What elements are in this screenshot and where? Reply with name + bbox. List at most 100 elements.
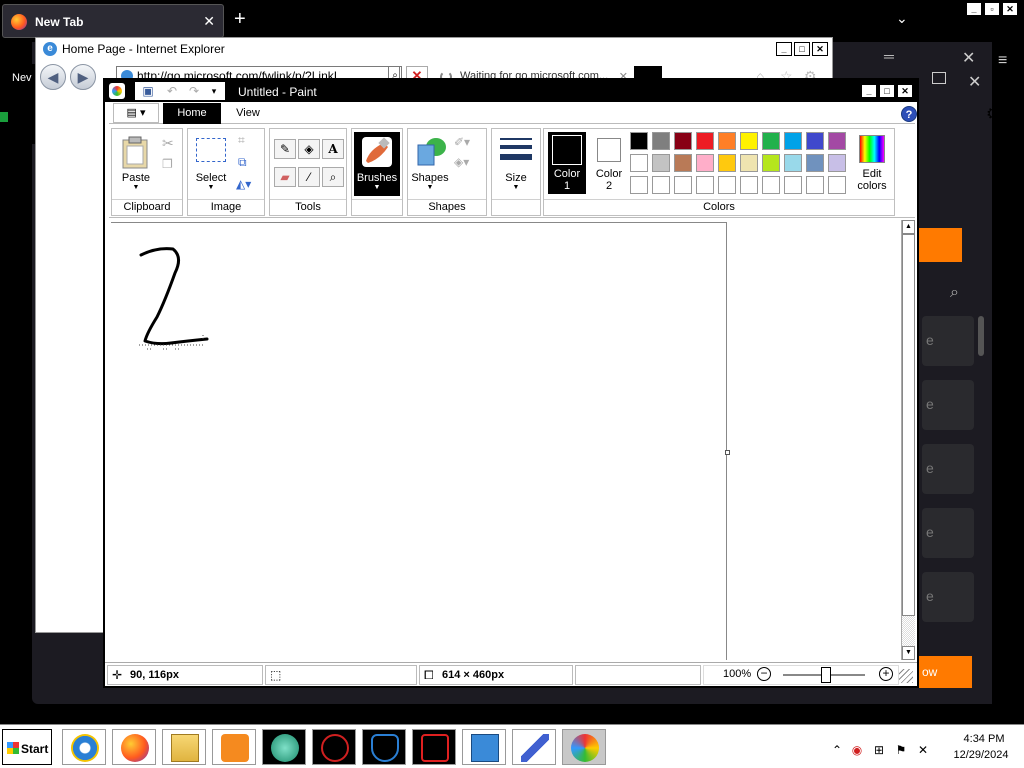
taskbar-app-bird[interactable] bbox=[512, 729, 556, 765]
tray-app-icon[interactable]: ◉ bbox=[850, 743, 864, 757]
palette-swatch[interactable] bbox=[718, 154, 736, 172]
paint-maximize-button[interactable]: □ bbox=[879, 84, 895, 98]
palette-swatch[interactable] bbox=[696, 176, 714, 194]
taskbar-internet-explorer[interactable] bbox=[62, 729, 106, 765]
customize-toolbar-icon[interactable]: ▾ bbox=[207, 84, 221, 98]
palette-swatch[interactable] bbox=[718, 176, 736, 194]
palette-swatch[interactable] bbox=[740, 176, 758, 194]
palette-swatch[interactable] bbox=[828, 154, 846, 172]
firefox-tab-new-tab[interactable]: New Tab ✕ bbox=[2, 4, 224, 38]
zoom-in-icon[interactable]: + bbox=[879, 667, 893, 681]
resize-grip[interactable] bbox=[899, 669, 913, 683]
back-button[interactable]: ◀ bbox=[40, 64, 66, 90]
palette-swatch[interactable] bbox=[674, 154, 692, 172]
gear-icon[interactable]: ⚙ bbox=[986, 104, 1000, 124]
taskbar-file-explorer[interactable] bbox=[162, 729, 206, 765]
fill-icon[interactable]: ◈ bbox=[298, 139, 320, 159]
scrollbar-thumb[interactable] bbox=[902, 234, 915, 616]
tab-view[interactable]: View bbox=[225, 103, 271, 124]
volume-muted-icon[interactable]: ✕ bbox=[916, 743, 930, 757]
restore-icon[interactable] bbox=[932, 72, 946, 84]
clock-date[interactable]: 12/29/2024 bbox=[948, 749, 1014, 761]
fill-style-icon[interactable]: ◈▾ bbox=[454, 155, 469, 169]
tab-home[interactable]: Home bbox=[163, 103, 221, 124]
action-center-flag-icon[interactable]: ⚑ bbox=[894, 743, 908, 757]
palette-swatch[interactable] bbox=[806, 176, 824, 194]
taskbar-media-player[interactable] bbox=[212, 729, 256, 765]
resize-icon[interactable]: ⧉ bbox=[238, 155, 247, 170]
taskbar-paint[interactable] bbox=[562, 729, 606, 765]
clock-time[interactable]: 4:34 PM bbox=[954, 733, 1014, 745]
restore-button[interactable]: ▫ bbox=[984, 2, 1000, 16]
color-picker-icon[interactable]: ⁄ bbox=[298, 167, 320, 187]
text-icon[interactable]: A bbox=[322, 139, 344, 159]
save-icon[interactable]: ▣ bbox=[141, 84, 155, 98]
taskbar-app-recorder[interactable] bbox=[412, 729, 456, 765]
paint-app-icon[interactable] bbox=[109, 83, 125, 99]
taskbar-app-teal[interactable] bbox=[262, 729, 306, 765]
palette-swatch[interactable] bbox=[762, 132, 780, 150]
palette-swatch[interactable] bbox=[784, 176, 802, 194]
taskbar-app-shield[interactable] bbox=[362, 729, 406, 765]
palette-swatch[interactable] bbox=[740, 132, 758, 150]
brushes-button[interactable]: Brushes ▼ bbox=[354, 132, 400, 196]
palette-swatch[interactable] bbox=[630, 176, 648, 194]
scroll-down-arrow-icon[interactable]: ▼ bbox=[902, 646, 915, 660]
outline-icon[interactable]: ✐▾ bbox=[454, 135, 470, 149]
list-item[interactable]: e bbox=[922, 508, 974, 558]
edit-colors-button[interactable]: Edit colors bbox=[852, 132, 892, 194]
help-icon[interactable]: ? bbox=[901, 106, 917, 122]
palette-swatch[interactable] bbox=[630, 132, 648, 150]
list-item[interactable]: e bbox=[922, 316, 974, 366]
magnifier-icon[interactable]: ⌕ bbox=[322, 167, 344, 187]
paint-menu-button[interactable]: ▤ ▾ bbox=[113, 103, 159, 123]
copy-icon[interactable]: ❐ bbox=[162, 157, 173, 171]
eraser-icon[interactable]: ▰ bbox=[274, 167, 296, 187]
scrollbar-thumb[interactable] bbox=[978, 316, 984, 356]
ie-maximize-button[interactable]: □ bbox=[794, 42, 810, 56]
minimize-button[interactable]: _ bbox=[966, 2, 982, 16]
palette-swatch[interactable] bbox=[674, 176, 692, 194]
ie-close-button[interactable]: ✕ bbox=[812, 42, 828, 56]
zoom-slider-thumb[interactable] bbox=[821, 667, 831, 683]
select-button[interactable]: Select ▼ bbox=[190, 132, 232, 196]
undo-icon[interactable]: ↶ bbox=[165, 84, 179, 98]
paint-minimize-button[interactable]: _ bbox=[861, 84, 877, 98]
palette-swatch[interactable] bbox=[828, 176, 846, 194]
palette-swatch[interactable] bbox=[762, 176, 780, 194]
search-icon[interactable]: ⌕ bbox=[950, 284, 959, 302]
palette-swatch[interactable] bbox=[674, 132, 692, 150]
start-button[interactable]: Start bbox=[2, 729, 52, 765]
palette-swatch[interactable] bbox=[652, 176, 670, 194]
color2-button[interactable]: Color 2 bbox=[590, 132, 628, 194]
forward-button[interactable]: ▶ bbox=[70, 64, 96, 90]
orange-button-bottom[interactable]: ow bbox=[918, 656, 972, 688]
color1-button[interactable]: Color 1 bbox=[548, 132, 586, 194]
paint-close-button[interactable]: ✕ bbox=[897, 84, 913, 98]
taskbar-app-monitor[interactable] bbox=[462, 729, 506, 765]
list-item[interactable]: e bbox=[922, 444, 974, 494]
palette-swatch[interactable] bbox=[784, 132, 802, 150]
crop-icon[interactable]: ⌗ bbox=[238, 133, 245, 148]
palette-swatch[interactable] bbox=[828, 132, 846, 150]
close-icon-2[interactable]: ✕ bbox=[968, 72, 981, 92]
palette-swatch[interactable] bbox=[696, 132, 714, 150]
close-icon[interactable]: ✕ bbox=[962, 48, 975, 68]
show-hidden-icons[interactable]: ⌃ bbox=[830, 743, 844, 757]
list-item[interactable]: e bbox=[922, 572, 974, 622]
drawing-canvas[interactable] bbox=[111, 222, 727, 660]
palette-swatch[interactable] bbox=[784, 154, 802, 172]
ie-minimize-button[interactable]: _ bbox=[776, 42, 792, 56]
hamburger-icon[interactable]: ═ bbox=[884, 48, 914, 64]
redo-icon[interactable]: ↷ bbox=[187, 84, 201, 98]
palette-swatch[interactable] bbox=[762, 154, 780, 172]
palette-swatch[interactable] bbox=[718, 132, 736, 150]
pencil-icon[interactable]: ✎ bbox=[274, 139, 296, 159]
palette-swatch[interactable] bbox=[740, 154, 758, 172]
palette-swatch[interactable] bbox=[696, 154, 714, 172]
palette-swatch[interactable] bbox=[806, 132, 824, 150]
palette-swatch[interactable] bbox=[652, 132, 670, 150]
network-icon[interactable]: ⊞ bbox=[872, 743, 886, 757]
list-all-tabs-button[interactable]: ⌄ bbox=[896, 10, 908, 27]
list-item[interactable]: e bbox=[922, 380, 974, 430]
